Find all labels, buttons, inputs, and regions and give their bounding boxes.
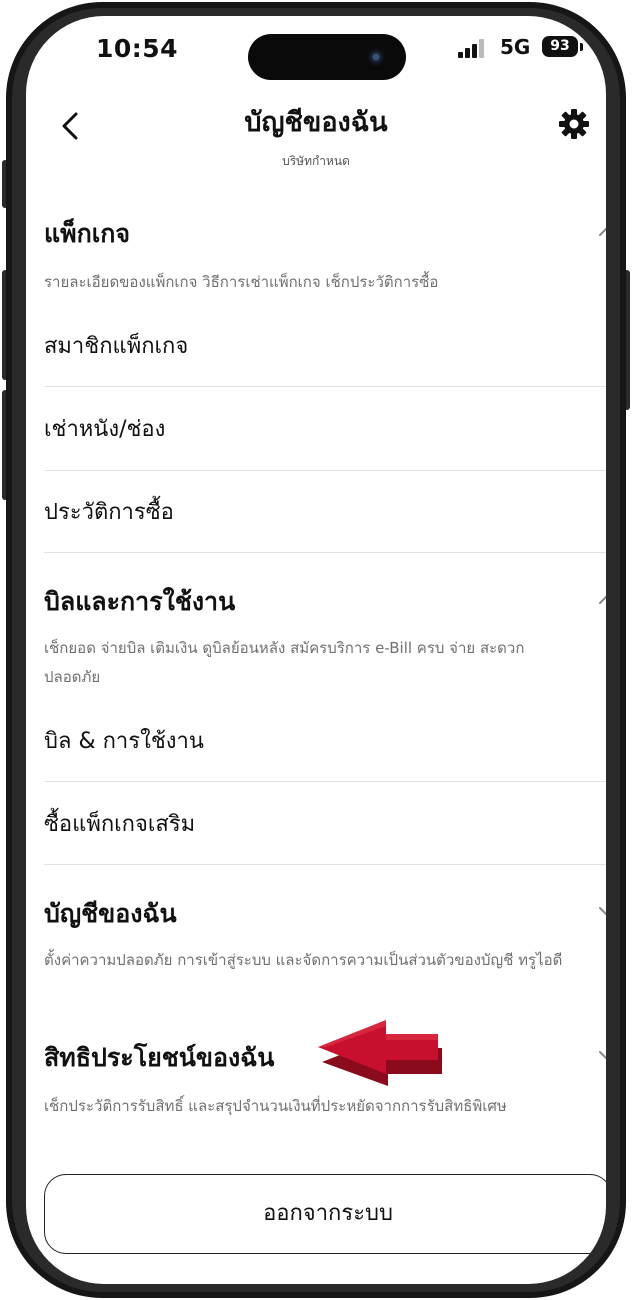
chevron-down-icon[interactable] — [596, 1048, 606, 1062]
section-description-package: รายละเอียดของแพ็กเกจ วิธีการเช่าแพ็กเกจ … — [44, 273, 439, 291]
list-item-label: สมาชิกแพ็กเกจ — [44, 334, 189, 359]
section-title-my-privileges[interactable]: สิทธิประโยชน์ของฉัน — [44, 1038, 274, 1078]
chevron-up-icon[interactable] — [596, 224, 606, 238]
section-description-bills: เช็กยอด จ่ายบิล เติมเงิน ดูบิลย้อนหลัง ส… — [44, 639, 525, 686]
section-description-my-privileges: เช็กประวัติการรับสิทธิ์ และสรุปจำนวนเงิน… — [44, 1097, 507, 1115]
divider — [44, 552, 606, 553]
battery-level: 93 — [550, 38, 570, 54]
battery-tip — [580, 43, 583, 51]
list-item-label: บิล & การใช้งาน — [44, 729, 204, 754]
divider — [44, 864, 606, 865]
section-title-package[interactable]: แพ็กเกจ — [44, 214, 130, 254]
list-item-package-member[interactable]: สมาชิกแพ็กเกจ — [44, 304, 606, 386]
section-title-my-account[interactable]: บัญชีของฉัน — [44, 894, 177, 934]
red-arrow-annotation — [318, 1020, 442, 1086]
list-item-label: ประวัติการซื้อ — [44, 500, 174, 525]
camera-icon — [366, 47, 386, 67]
list-item-label: เช่าหนัง/ช่อง — [44, 417, 166, 442]
chevron-down-icon[interactable] — [596, 904, 606, 918]
page-subtitle: บริษัทกำหนด — [282, 154, 350, 168]
status-time: 10:54 — [96, 34, 179, 63]
list-item-add-on-package[interactable]: ซื้อแพ็กเกจเสริม — [44, 782, 606, 864]
list-item-label: ซื้อแพ็กเกจเสริม — [44, 812, 196, 837]
section-title-bills[interactable]: บิลและการใช้งาน — [44, 582, 235, 622]
gear-icon[interactable] — [558, 108, 590, 140]
page-title: บัญชีของฉัน — [244, 107, 388, 138]
list-item-bill-usage[interactable]: บิล & การใช้งาน — [44, 699, 606, 781]
chevron-up-icon[interactable] — [596, 592, 606, 606]
network-type: 5G — [500, 35, 531, 59]
logout-button[interactable]: ออกจากระบบ — [44, 1174, 606, 1254]
section-description-my-account: ตั้งค่าความปลอดภัย การเข้าสู่ระบบ และจัด… — [44, 951, 563, 969]
screen: 10:54 5G 93 บัญชีของฉัน บริษัทกำหนด แพ็ก… — [26, 16, 606, 1284]
dynamic-island — [248, 34, 406, 80]
phone-frame: 10:54 5G 93 บัญชีของฉัน บริษัทกำหนด แพ็ก… — [6, 2, 626, 1298]
logout-label: ออกจากระบบ — [263, 1201, 393, 1226]
list-item-rent-movie-channel[interactable]: เช่าหนัง/ช่อง — [44, 387, 606, 469]
battery-icon: 93 — [542, 36, 578, 57]
list-item-purchase-history[interactable]: ประวัติการซื้อ — [44, 470, 606, 552]
cellular-signal-icon — [458, 38, 486, 58]
